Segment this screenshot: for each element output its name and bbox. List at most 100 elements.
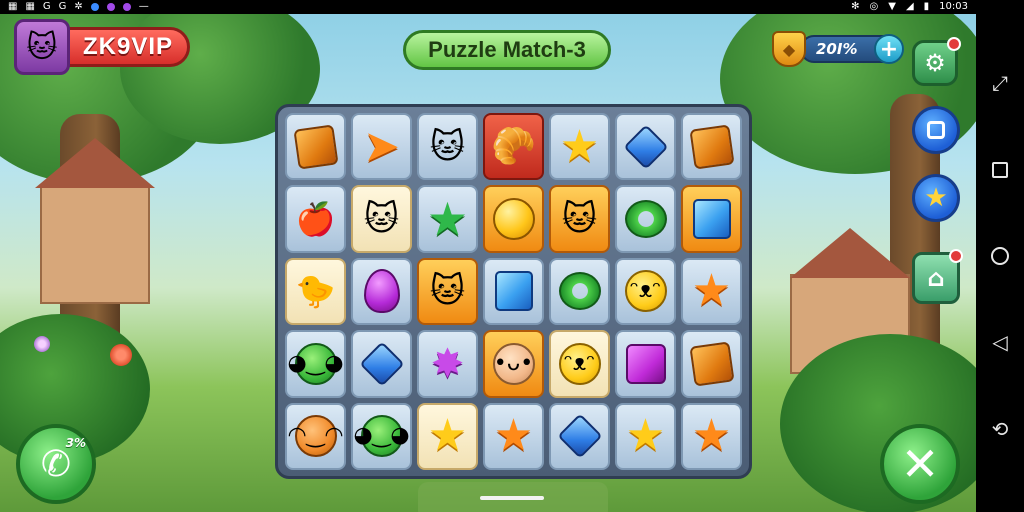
roof-right — [790, 228, 910, 278]
grid-icon: ▦ — [8, 1, 18, 12]
bird-yellow-icon: 🐤 — [295, 272, 336, 311]
apple-red-icon: 🍎 — [295, 200, 336, 239]
board-tile[interactable] — [285, 113, 346, 181]
signal-icon: ◢ — [905, 1, 914, 12]
board-tile[interactable] — [615, 330, 676, 398]
board-tile[interactable]: ✸ — [417, 330, 478, 398]
board-tile[interactable]: 🐱 — [417, 113, 478, 181]
cat-orange-icon: 🐱 — [363, 199, 400, 240]
board-tile[interactable] — [351, 257, 412, 326]
board-tile[interactable] — [549, 257, 610, 326]
board-tile[interactable]: ★ — [615, 402, 676, 470]
cat-orange-icon: 🐱 — [561, 199, 598, 240]
gear-icon: ⚙ — [924, 49, 946, 77]
star-orange-icon: ★ — [493, 410, 534, 462]
add-score-button[interactable]: + — [874, 34, 904, 64]
face-yellow-icon: ᵔᴥᵔ — [558, 342, 601, 385]
home-icon: ⌂ — [927, 264, 945, 292]
board-tile[interactable]: 🐤 — [285, 257, 346, 326]
drop-purple-icon — [363, 269, 400, 314]
board-tile[interactable] — [351, 330, 412, 398]
face-yellow-icon: ᵔᴥᵔ — [624, 270, 667, 313]
board-tile[interactable]: 🐱 — [417, 257, 478, 326]
notification-dot — [949, 249, 963, 263]
bread-red-icon: 🥐 — [491, 125, 536, 167]
board-tile[interactable]: ★ — [681, 257, 742, 326]
assistant-icon[interactable]: ⟲ — [988, 417, 1012, 441]
board-tile[interactable]: ◕‿◕ — [351, 402, 412, 470]
star-icon: ★ — [924, 183, 948, 213]
settings-button[interactable]: ⚙ — [912, 37, 961, 86]
expand-icon[interactable]: ⤢ — [988, 71, 1012, 95]
board-tile[interactable]: ★ — [417, 185, 478, 253]
home-nav-button[interactable] — [988, 244, 1012, 268]
orb-yellow-icon — [492, 198, 535, 241]
cube-orange-icon — [292, 124, 339, 170]
star-purple-icon: ✸ — [430, 340, 465, 387]
board-tile[interactable]: ★ — [549, 113, 610, 181]
star-yellow-icon: ★ — [559, 120, 600, 172]
fish-orange-icon: ➤ — [363, 120, 400, 172]
board-tile[interactable]: ➤ — [351, 113, 412, 181]
g-icon: G — [58, 1, 67, 12]
gesture-bar[interactable] — [480, 496, 544, 500]
board-tile[interactable]: 🐱 — [351, 185, 412, 253]
blue-dot-icon — [90, 3, 99, 11]
cube-orange-icon — [688, 341, 735, 387]
battery-icon: ▮ — [923, 1, 930, 12]
board-tile[interactable] — [615, 185, 676, 253]
alarm-icon: ◎ — [869, 1, 879, 12]
call-button[interactable]: ✆ 3% — [16, 424, 96, 504]
vip-badge[interactable]: 🐱 ZK9VIP — [14, 19, 191, 75]
board-tile[interactable]: 🥐 — [483, 113, 544, 181]
star-orange-icon: ★ — [691, 265, 732, 317]
board-tile[interactable] — [483, 185, 544, 253]
status-time: 10:03 — [939, 1, 968, 12]
wifi-icon: ▼ — [888, 1, 896, 12]
score-bar: 20I% + — [800, 34, 904, 64]
board-tile[interactable]: ᵔᴥᵔ — [549, 330, 610, 398]
grid-icon: ▦ — [25, 1, 35, 12]
board-tile[interactable]: ★ — [681, 402, 742, 470]
face-green-icon: ◕‿◕ — [287, 342, 344, 385]
vip-label: ZK9VIP — [64, 27, 191, 67]
house-left — [40, 184, 150, 304]
board-tile[interactable] — [615, 113, 676, 181]
status-bar: ▦ ▦ G G ✲ — ✻ ◎ ▼ ◢ ▮ 10:03 — [0, 0, 976, 14]
star-orange-icon: ★ — [691, 410, 732, 462]
board-tile[interactable]: ◕‿◕ — [285, 330, 346, 398]
shield-icon: ◆ — [772, 31, 806, 67]
star-yellow-icon: ★ — [625, 410, 666, 462]
board-tile[interactable] — [681, 113, 742, 181]
board-tile[interactable]: ◠‿◠ — [285, 402, 346, 470]
cube-blue-icon — [494, 271, 533, 312]
status-left-icons: ▦ ▦ G G ✲ — — [8, 0, 149, 14]
board-tile[interactable] — [549, 402, 610, 470]
board-tile[interactable] — [681, 185, 742, 253]
board-tile[interactable]: 🐱 — [549, 185, 610, 253]
call-badge: 3% — [65, 436, 86, 450]
board-tile[interactable]: ★ — [483, 402, 544, 470]
face-skin-icon: •ᴗ• — [492, 342, 535, 385]
cube-purple-icon — [625, 343, 666, 384]
board-tile[interactable] — [483, 257, 544, 326]
cat-orange-icon: 🐱 — [429, 126, 466, 167]
purple-dot-icon — [106, 3, 115, 11]
board-tile[interactable]: •ᴗ• — [483, 330, 544, 398]
ring-green-icon — [624, 200, 667, 239]
home-button[interactable]: ⌂ — [912, 249, 963, 304]
nfc-icon: ✻ — [851, 1, 860, 12]
close-button[interactable]: ✕ — [880, 424, 960, 504]
star-yellow-icon: ★ — [427, 410, 468, 462]
settings-icon: ✲ — [74, 1, 83, 12]
recents-button[interactable] — [988, 158, 1012, 182]
square-button[interactable] — [912, 106, 960, 154]
board-tile[interactable]: 🍎 — [285, 185, 346, 253]
back-button[interactable]: ◁ — [988, 330, 1012, 354]
board-tile[interactable]: ᵔᴥᵔ — [615, 257, 676, 326]
flower — [110, 344, 132, 366]
face-orange-icon: ◠‿◠ — [287, 415, 344, 458]
board-tile[interactable]: ★ — [417, 402, 478, 470]
star-button[interactable]: ★ — [912, 174, 960, 222]
board-tile[interactable] — [681, 330, 742, 398]
